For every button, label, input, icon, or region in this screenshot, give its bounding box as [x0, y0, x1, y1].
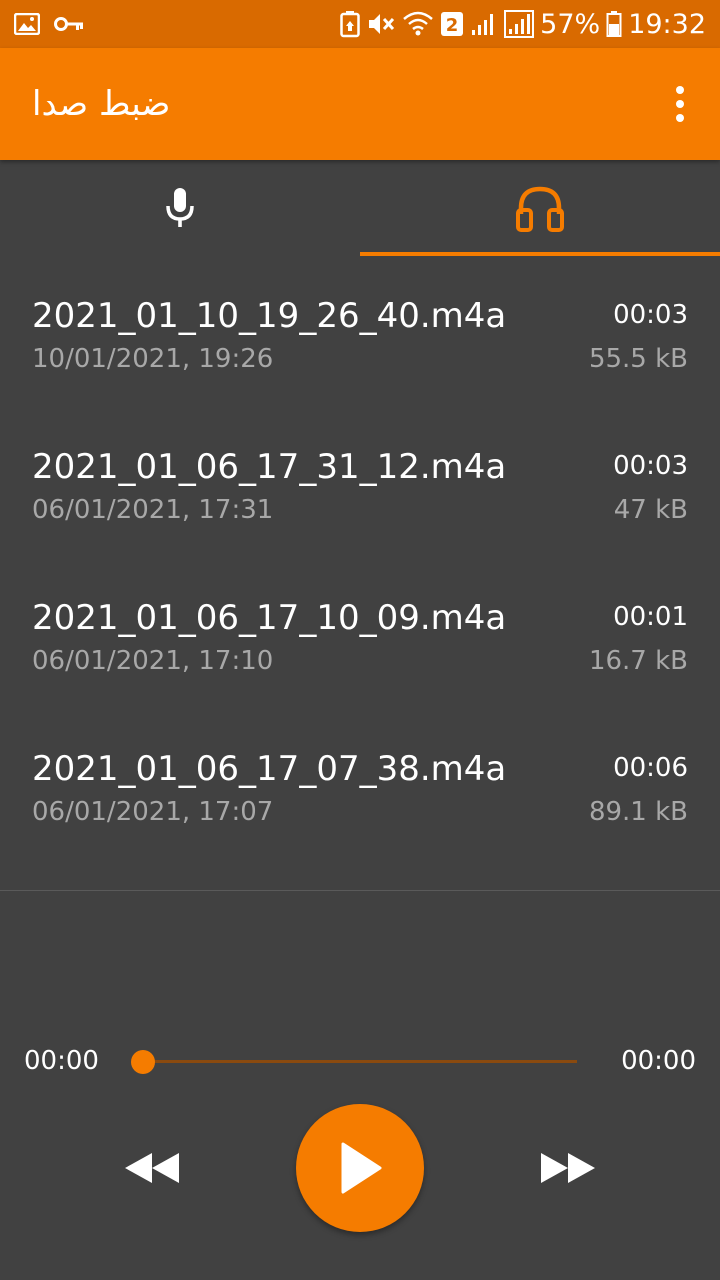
recording-size: 47 kB	[613, 495, 688, 525]
list-item[interactable]: 2021_01_06_17_07_38.m4a 06/01/2021, 17:0…	[0, 709, 720, 860]
recordings-list: 2021_01_10_19_26_40.m4a 10/01/2021, 19:2…	[0, 256, 720, 860]
seek-bar[interactable]	[143, 1060, 577, 1063]
tab-record[interactable]	[0, 160, 360, 256]
recording-date: 10/01/2021, 19:26	[32, 344, 274, 374]
recording-name: 2021_01_06_17_31_12.m4a	[32, 447, 507, 487]
image-icon	[14, 13, 40, 35]
key-icon	[54, 16, 84, 32]
play-icon	[341, 1142, 382, 1194]
overflow-menu-icon[interactable]	[660, 74, 700, 134]
app-bar: ضبط صدا	[0, 48, 720, 160]
recording-date: 06/01/2021, 17:31	[32, 495, 274, 525]
recording-date: 06/01/2021, 17:10	[32, 646, 274, 676]
tab-recordings[interactable]	[360, 160, 720, 256]
player-divider	[0, 890, 720, 891]
seek-thumb[interactable]	[131, 1050, 155, 1074]
microphone-icon	[166, 188, 194, 227]
signal-icon	[504, 10, 535, 38]
list-item[interactable]: 2021_01_10_19_26_40.m4a 10/01/2021, 19:2…	[0, 256, 720, 407]
battery-saver-icon	[340, 10, 360, 38]
recording-name: 2021_01_06_17_10_09.m4a	[32, 598, 507, 638]
recording-size: 89.1 kB	[588, 797, 688, 827]
recording-size: 16.7 kB	[588, 646, 688, 676]
clock: 19:32	[628, 8, 706, 40]
recording-duration: 00:03	[613, 451, 688, 481]
app-title: ضبط صدا	[32, 84, 171, 124]
recording-name: 2021_01_10_19_26_40.m4a	[32, 296, 507, 336]
sim-badge-number: 2	[446, 15, 459, 36]
list-item[interactable]: 2021_01_06_17_10_09.m4a 06/01/2021, 17:1…	[0, 558, 720, 709]
screen: 2 57% 19:32 ضبط صدا 2021_01_10_19_26_40.…	[0, 0, 720, 1280]
recording-duration: 00:03	[613, 300, 688, 330]
headphones-icon	[516, 186, 564, 232]
battery-percent: 57%	[540, 8, 601, 40]
battery-icon	[606, 10, 622, 38]
signal-icon	[470, 11, 498, 37]
recording-size: 55.5 kB	[588, 344, 688, 374]
sim-badge: 2	[440, 11, 464, 37]
tab-bar	[0, 160, 720, 256]
recording-date: 06/01/2021, 17:07	[32, 797, 274, 827]
play-button[interactable]	[296, 1104, 424, 1232]
list-item[interactable]: 2021_01_06_17_31_12.m4a 06/01/2021, 17:3…	[0, 407, 720, 558]
recording-duration: 00:06	[613, 753, 688, 783]
wifi-icon	[402, 10, 434, 38]
recording-name: 2021_01_06_17_07_38.m4a	[32, 749, 507, 789]
fast-forward-button[interactable]	[528, 1130, 608, 1206]
total-time: 00:00	[621, 1046, 696, 1076]
rewind-icon	[125, 1153, 179, 1183]
fast-forward-icon	[541, 1153, 595, 1183]
recording-duration: 00:01	[613, 602, 688, 632]
status-bar: 2 57% 19:32	[0, 0, 720, 48]
mute-icon	[366, 11, 396, 37]
current-time: 00:00	[24, 1046, 99, 1076]
rewind-button[interactable]	[112, 1130, 192, 1206]
